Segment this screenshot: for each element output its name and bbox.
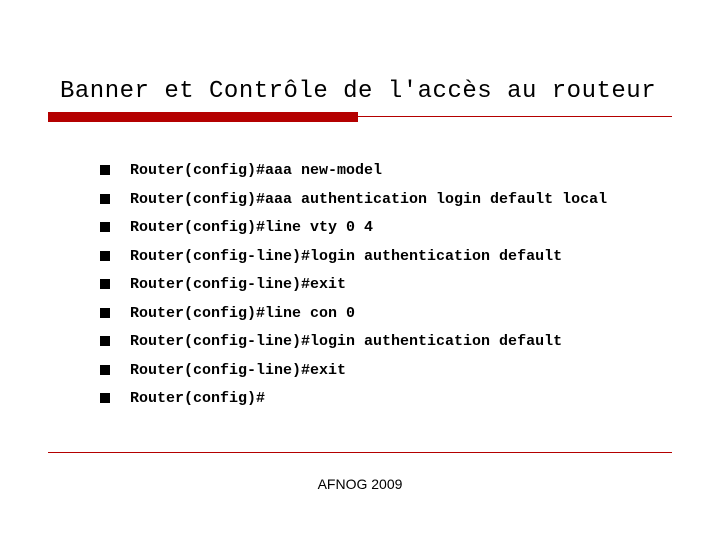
list-item: Router(config)#line vty 0 4 — [100, 217, 672, 240]
command-text: Router(config-line)#login authentication… — [130, 331, 562, 354]
footer-divider — [48, 452, 672, 453]
square-bullet-icon — [100, 393, 110, 403]
square-bullet-icon — [100, 251, 110, 261]
command-text: Router(config)#line vty 0 4 — [130, 217, 373, 240]
footer-text: AFNOG 2009 — [0, 476, 720, 492]
slide-title: Banner et Contrôle de l'accès au routeur — [60, 78, 680, 105]
list-item: Router(config)# — [100, 388, 672, 411]
square-bullet-icon — [100, 194, 110, 204]
list-item: Router(config)#aaa new-model — [100, 160, 672, 183]
title-accent-bar — [48, 112, 358, 122]
command-text: Router(config)#line con 0 — [130, 303, 355, 326]
command-text: Router(config-line)#exit — [130, 274, 346, 297]
square-bullet-icon — [100, 279, 110, 289]
square-bullet-icon — [100, 336, 110, 346]
list-item: Router(config-line)#exit — [100, 274, 672, 297]
command-text: Router(config)#aaa authentication login … — [130, 189, 607, 212]
title-underline — [48, 116, 672, 117]
list-item: Router(config)#aaa authentication login … — [100, 189, 672, 212]
square-bullet-icon — [100, 222, 110, 232]
list-item: Router(config-line)#exit — [100, 360, 672, 383]
command-text: Router(config-line)#exit — [130, 360, 346, 383]
command-text: Router(config)# — [130, 388, 265, 411]
slide: Banner et Contrôle de l'accès au routeur… — [0, 0, 720, 540]
command-text: Router(config)#aaa new-model — [130, 160, 382, 183]
square-bullet-icon — [100, 165, 110, 175]
list-item: Router(config)#line con 0 — [100, 303, 672, 326]
command-text: Router(config-line)#login authentication… — [130, 246, 562, 269]
command-list: Router(config)#aaa new-model Router(conf… — [100, 160, 672, 417]
square-bullet-icon — [100, 308, 110, 318]
square-bullet-icon — [100, 365, 110, 375]
list-item: Router(config-line)#login authentication… — [100, 331, 672, 354]
list-item: Router(config-line)#login authentication… — [100, 246, 672, 269]
